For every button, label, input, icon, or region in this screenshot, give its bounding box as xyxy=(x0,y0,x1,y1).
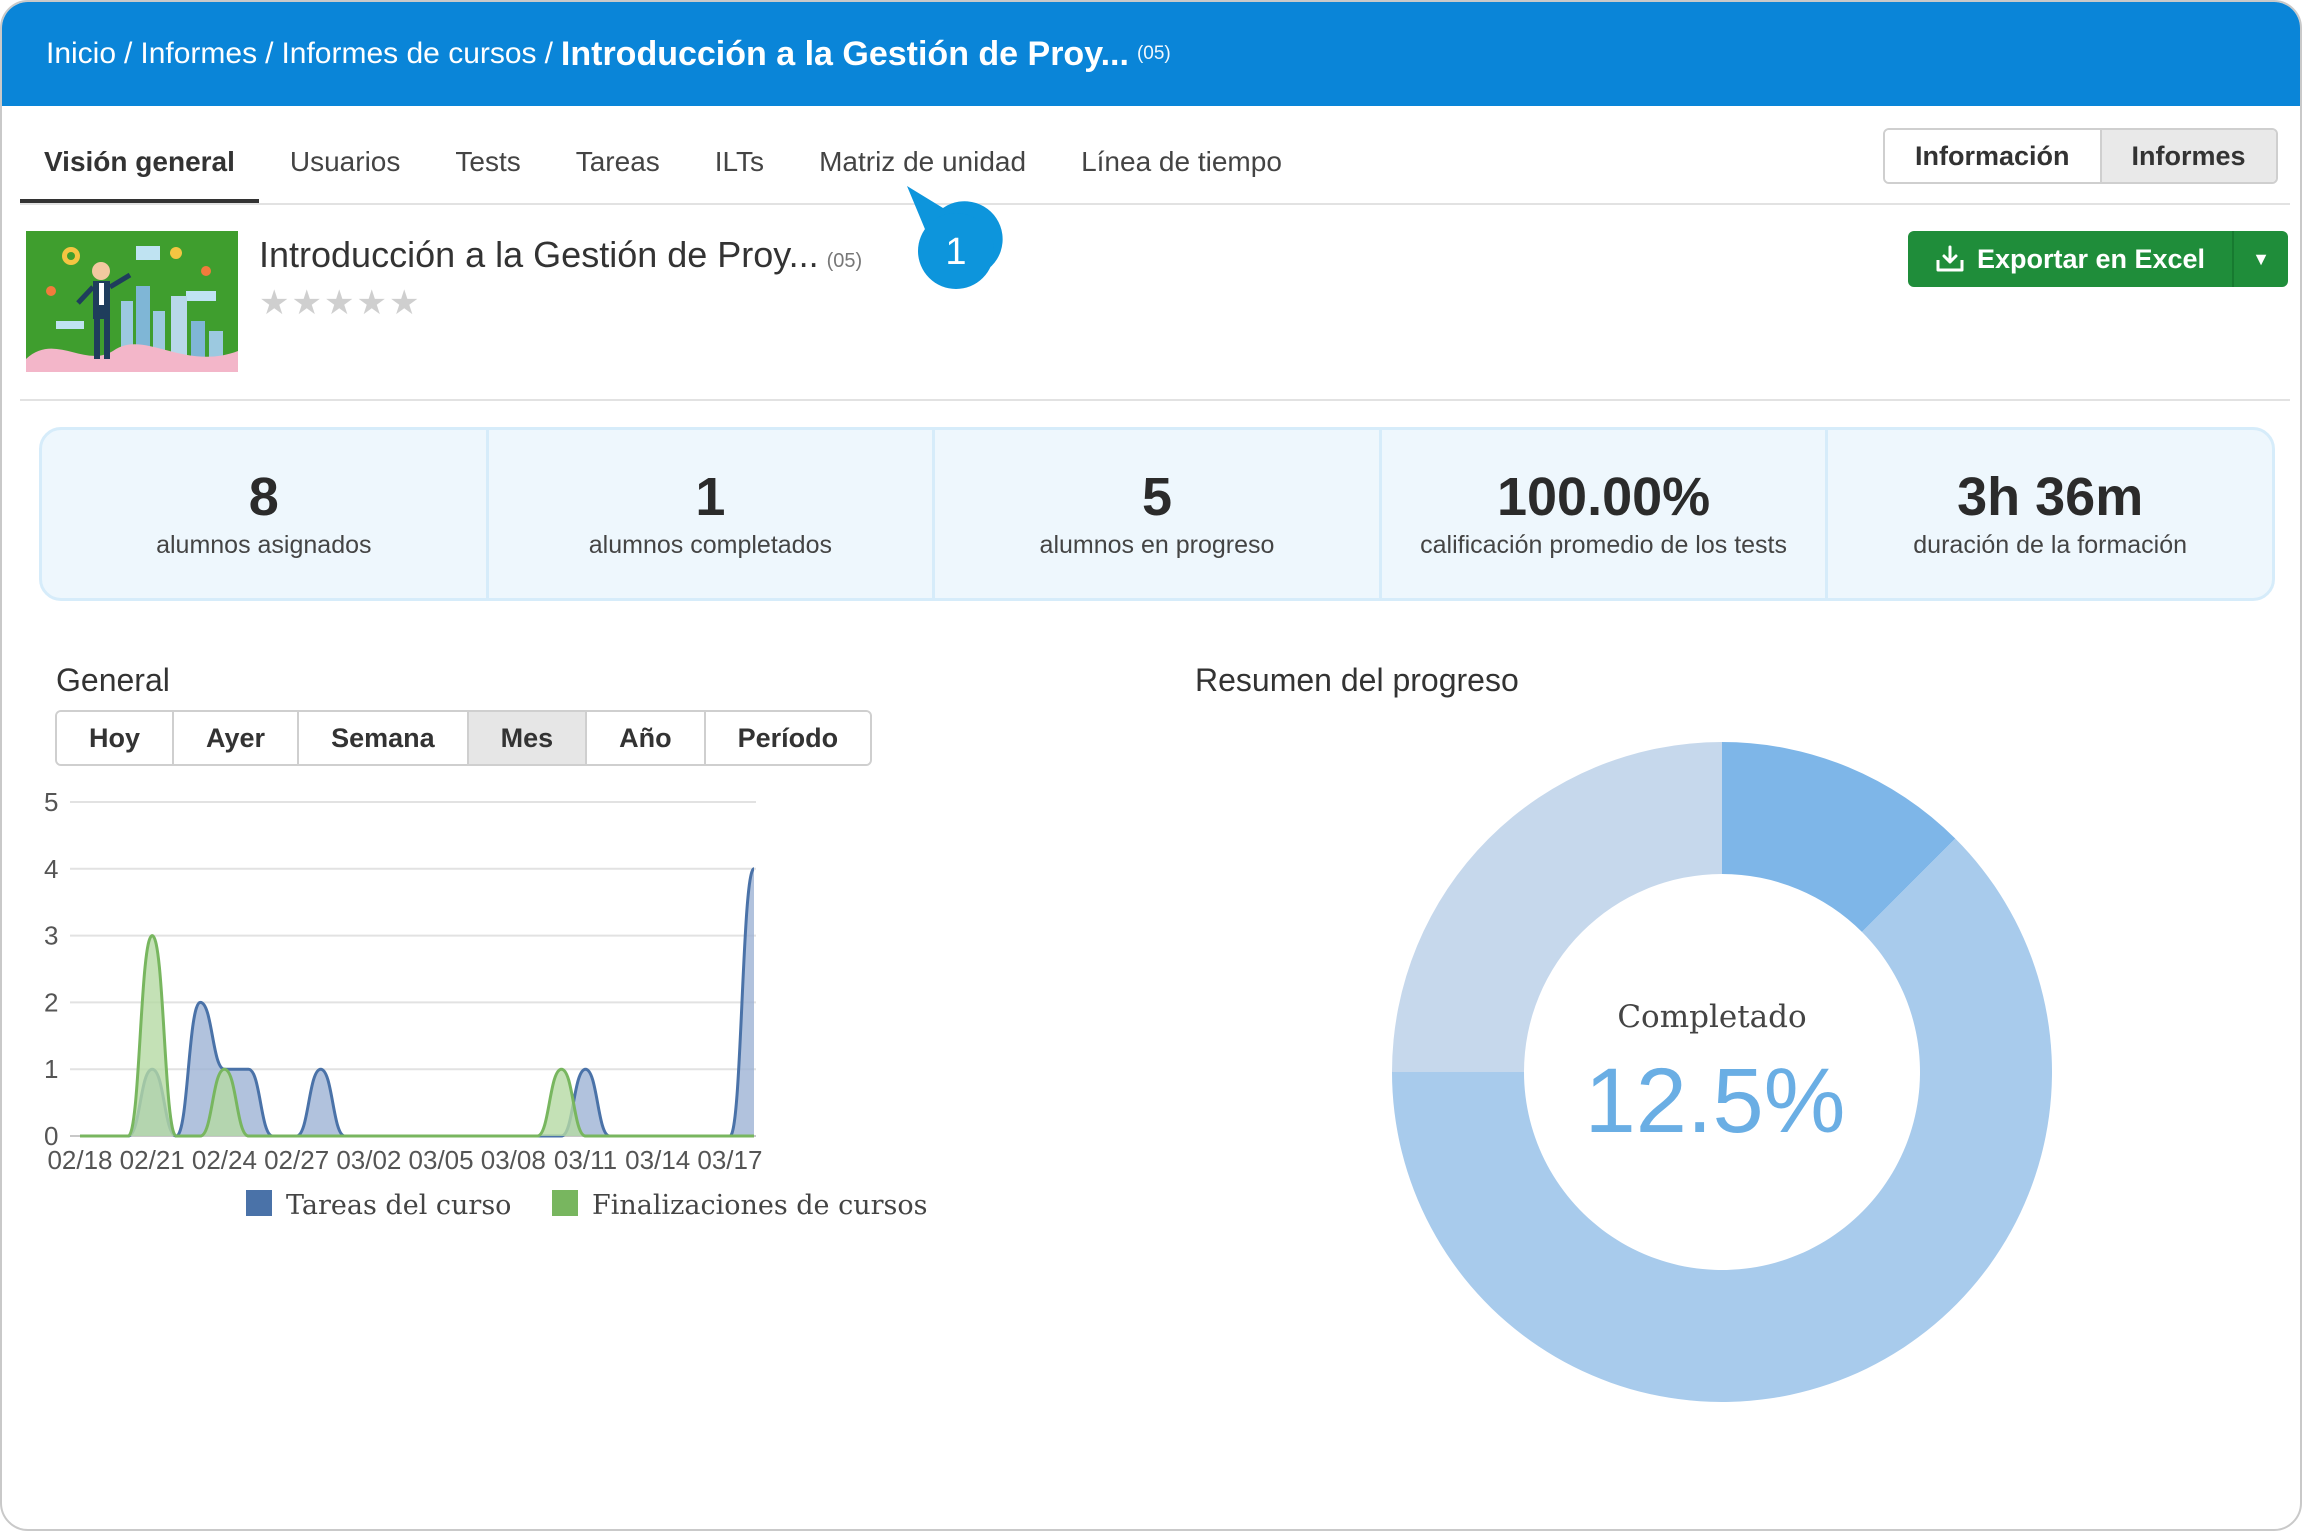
activity-chart: 012345 02/18 02/21 02/24 02/27 03/02 03/05 03/… xyxy=(44,787,928,1221)
period-mes[interactable]: Mes xyxy=(468,712,588,764)
breadcrumb-separator: / xyxy=(544,37,553,70)
stat-value: 1 xyxy=(695,466,726,527)
x-tick-label: 03/14 xyxy=(625,1145,690,1175)
x-tick-label: 02/27 xyxy=(264,1145,329,1175)
x-tick-label: 02/21 xyxy=(120,1145,185,1175)
app-window: Inicio / Informes / Informes de cursos /… xyxy=(0,0,2302,1531)
x-tick-label: 02/18 xyxy=(47,1145,112,1175)
period-semana[interactable]: Semana xyxy=(299,712,469,764)
stat-avg-score: 100.00% calificación promedio de los tes… xyxy=(1382,430,1829,598)
y-tick-label: 5 xyxy=(44,787,58,817)
header-divider xyxy=(20,399,2290,401)
tab-tareas[interactable]: Tareas xyxy=(552,132,684,204)
tab-usuarios[interactable]: Usuarios xyxy=(266,132,424,204)
tab-vision-general[interactable]: Visión general xyxy=(20,132,259,204)
breadcrumb-course-code: (05) xyxy=(1136,43,1171,64)
course-thumbnail xyxy=(26,231,238,372)
stat-label: alumnos asignados xyxy=(156,531,372,560)
course-code: (05) xyxy=(826,250,863,272)
progress-title: Resumen del progreso xyxy=(1195,662,1519,698)
stat-label: alumnos completados xyxy=(588,531,832,560)
x-tick-label: 03/08 xyxy=(481,1145,546,1175)
breadcrumb-item-informes-de-cursos[interactable]: Informes de cursos xyxy=(281,37,536,71)
tab-linea-de-tiempo[interactable]: Línea de tiempo xyxy=(1057,132,1306,204)
stat-in-progress: 5 alumnos en progreso xyxy=(935,430,1382,598)
stat-value: 8 xyxy=(248,466,279,527)
stat-duration: 3h 36m duración de la formación xyxy=(1828,430,2272,598)
star-icon: ★ xyxy=(291,284,322,322)
breadcrumb-separator: / xyxy=(265,37,274,70)
stat-value: 100.00% xyxy=(1496,466,1711,527)
course-rating: ★ ★ ★ ★ ★ xyxy=(259,286,419,320)
x-tick-label: 03/11 xyxy=(554,1145,617,1175)
stat-value: 5 xyxy=(1141,466,1172,527)
stat-label: duración de la formación xyxy=(1913,531,2188,560)
stat-label: calificación promedio de los tests xyxy=(1420,531,1787,560)
export-excel-label: Exportar en Excel xyxy=(1976,243,2206,274)
export-excel-button[interactable]: Exportar en Excel ▼ xyxy=(1908,231,2288,287)
tab-tests[interactable]: Tests xyxy=(431,132,544,204)
legend-label: Finalizaciones de cursos xyxy=(592,1190,928,1221)
progress-donut: Completado 12.5% xyxy=(1392,742,2052,1402)
donut-center-label: Completado xyxy=(1617,999,1806,1035)
star-icon: ★ xyxy=(259,284,290,322)
legend-swatch xyxy=(552,1190,578,1216)
tab-ilts[interactable]: ILTs xyxy=(691,132,788,204)
star-icon: ★ xyxy=(388,284,420,322)
annotation-callout: 1 xyxy=(907,186,1003,289)
period-periodo[interactable]: Período xyxy=(705,712,871,764)
x-tick-label: 03/05 xyxy=(409,1145,474,1175)
export-dropdown-toggle[interactable]: ▼ xyxy=(2232,231,2288,287)
general-title: General xyxy=(56,662,170,698)
chevron-down-icon: ▼ xyxy=(2252,248,2270,269)
legend-label: Tareas del curso xyxy=(286,1190,511,1221)
stat-completed: 1 alumnos completados xyxy=(489,430,936,598)
course-title: Introducción a la Gestión de Proy... (05) xyxy=(259,234,862,276)
callout-number: 1 xyxy=(945,231,966,273)
stat-value: 3h 36m xyxy=(1957,466,2144,527)
period-ano[interactable]: Año xyxy=(587,712,706,764)
star-icon: ★ xyxy=(323,284,355,322)
stat-assigned: 8 alumnos asignados xyxy=(42,430,489,598)
tab-bar: Visión general Usuarios Tests Tareas ILT… xyxy=(20,132,1313,204)
breadcrumb: Inicio / Informes / Informes de cursos /… xyxy=(2,2,2300,106)
y-tick-label: 3 xyxy=(44,921,58,951)
stat-label: alumnos en progreso xyxy=(1039,531,1275,560)
export-excel-main[interactable]: Exportar en Excel xyxy=(1908,244,2232,275)
y-tick-label: 4 xyxy=(44,854,58,884)
breadcrumb-item-inicio[interactable]: Inicio xyxy=(46,37,116,71)
view-toggle: Información Informes xyxy=(1883,128,2278,184)
x-tick-label: 02/24 xyxy=(192,1145,257,1175)
series-area-1 xyxy=(80,935,754,1136)
breadcrumb-separator: / xyxy=(124,37,133,70)
breadcrumb-current: Introducción a la Gestión de Proy... xyxy=(560,34,1129,73)
y-tick-label: 1 xyxy=(44,1054,58,1084)
download-icon xyxy=(1936,245,1964,272)
tabs-divider xyxy=(20,203,2290,205)
informacion-button[interactable]: Información xyxy=(1885,130,2100,182)
legend-swatch xyxy=(246,1190,272,1216)
series-line-1 xyxy=(79,934,754,1138)
period-ayer[interactable]: Ayer xyxy=(174,712,300,764)
period-hoy[interactable]: Hoy xyxy=(57,712,175,764)
breadcrumb-item-informes[interactable]: Informes xyxy=(140,37,257,71)
period-selector: Hoy Ayer Semana Mes Año Período xyxy=(55,710,873,766)
informes-button[interactable]: Informes xyxy=(2099,130,2276,182)
x-tick-label: 03/02 xyxy=(336,1145,401,1175)
y-tick-label: 2 xyxy=(44,987,58,1017)
x-tick-label: 03/17 xyxy=(697,1145,762,1175)
star-icon: ★ xyxy=(356,284,387,322)
stats-panel: 8 alumnos asignados 1 alumnos completado… xyxy=(39,427,2275,601)
course-title-text: Introducción a la Gestión de Proy... xyxy=(259,234,819,275)
donut-center-value: 12.5% xyxy=(1585,1050,1846,1152)
